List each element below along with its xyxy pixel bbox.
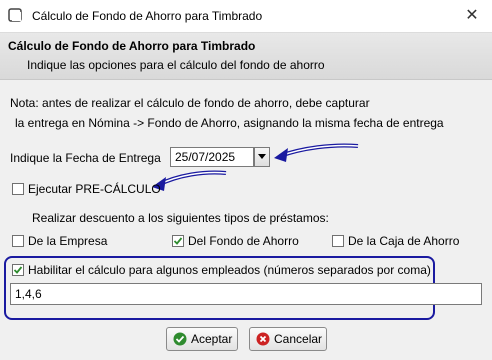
accept-label: Aceptar [191,332,233,346]
dialog-content: Nota: antes de realizar el cálculo de fo… [0,80,492,360]
check-circle-icon [173,332,187,346]
cancel-button[interactable]: Cancelar [249,327,327,351]
employees-checkbox[interactable] [12,264,24,276]
app-icon [8,8,22,22]
close-icon[interactable]: ✕ [462,6,482,26]
loan-caja-label[interactable]: De la Caja de Ahorro [348,234,459,248]
loan-fondo-label[interactable]: Del Fondo de Ahorro [188,234,299,248]
header-subtitle: Indique las opciones para el cálculo del… [27,58,325,72]
dialog-header: Cálculo de Fondo de Ahorro para Timbrado… [0,33,492,80]
loan-empresa-label[interactable]: De la Empresa [28,234,107,248]
note-line-2: la entrega en Nómina -> Fondo de Ahorro,… [15,116,444,130]
title-bar: Cálculo de Fondo de Ahorro para Timbrado… [0,0,492,33]
annotation-arrow-date [274,143,359,162]
cancel-circle-icon [256,332,270,346]
date-dropdown-button[interactable] [254,147,270,167]
checkmark-icon [173,237,183,245]
header-title: Cálculo de Fondo de Ahorro para Timbrado [8,39,256,53]
accept-button[interactable]: Aceptar [166,327,238,351]
loan-fondo-checkbox[interactable] [172,235,184,247]
date-label: Indique la Fecha de Entrega [10,151,161,165]
precalc-checkbox[interactable] [12,183,24,195]
note-line-1: Nota: antes de realizar el cálculo de fo… [10,96,370,110]
loan-caja-checkbox[interactable] [332,235,344,247]
precalc-label[interactable]: Ejecutar PRE-CÁLCULO [28,182,161,196]
date-input[interactable]: 25/07/2025 [170,147,254,167]
annotation-arrow-precalc [152,170,227,191]
chevron-down-icon [258,154,266,159]
cancel-label: Cancelar [274,332,323,346]
employees-label[interactable]: Habilitar el cálculo para algunos emplea… [28,263,431,277]
loans-label: Realizar descuento a los siguientes tipo… [32,211,329,225]
loan-empresa-checkbox[interactable] [12,235,24,247]
employees-input[interactable]: 1,4,6 [10,283,482,305]
window-title: Cálculo de Fondo de Ahorro para Timbrado [32,9,263,23]
checkmark-icon [13,266,23,274]
